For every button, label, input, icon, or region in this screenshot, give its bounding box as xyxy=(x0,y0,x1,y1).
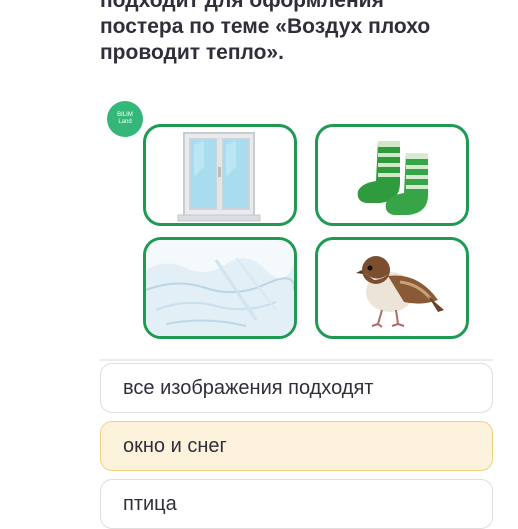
image-card-sparrow[interactable] xyxy=(315,237,469,339)
answer-option-selected[interactable]: окно и снег xyxy=(100,421,493,471)
image-card-socks[interactable] xyxy=(315,124,469,226)
question-line: подходит для оформления xyxy=(100,0,384,12)
question-line: постера по теме «Воздух плохо xyxy=(100,15,431,38)
image-card-window[interactable] xyxy=(143,124,297,226)
bilimland-logo: BILIM Land xyxy=(107,101,143,137)
question-line: проводит тепло». xyxy=(100,41,284,64)
window-icon xyxy=(177,132,261,222)
divider xyxy=(100,359,493,361)
answer-option[interactable]: птица xyxy=(100,479,493,529)
socks-icon xyxy=(357,141,428,215)
answer-option[interactable]: все изображения подходят xyxy=(100,363,493,413)
snow-icon xyxy=(146,240,294,336)
image-card-snow[interactable] xyxy=(143,237,297,339)
question-text: подходит для оформления постера по теме … xyxy=(100,0,500,66)
sparrow-icon xyxy=(356,256,444,328)
